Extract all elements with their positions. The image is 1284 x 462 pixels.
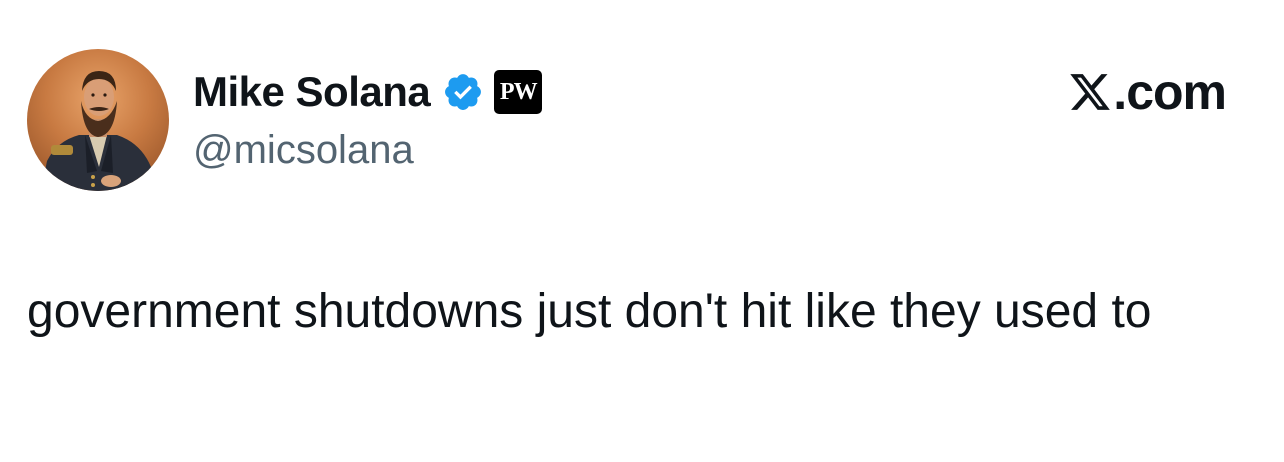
author-name-row: Mike Solana PW [193,66,543,118]
verified-badge-icon[interactable] [442,71,484,113]
author-display-name[interactable]: Mike Solana [193,68,431,116]
author-handle[interactable]: @micsolana [193,128,414,173]
x-com-logo: .com [1068,64,1227,120]
tweet-card: Mike Solana PW @micsolana .com governmen… [0,0,1284,462]
avatar-portrait-image [41,71,155,191]
tweet-text: government shutdowns just don't hit like… [27,285,1152,338]
x-com-text: .com [1113,64,1227,120]
affiliation-badge[interactable]: PW [494,70,543,114]
avatar[interactable] [27,49,169,191]
x-logo-icon [1068,70,1112,114]
